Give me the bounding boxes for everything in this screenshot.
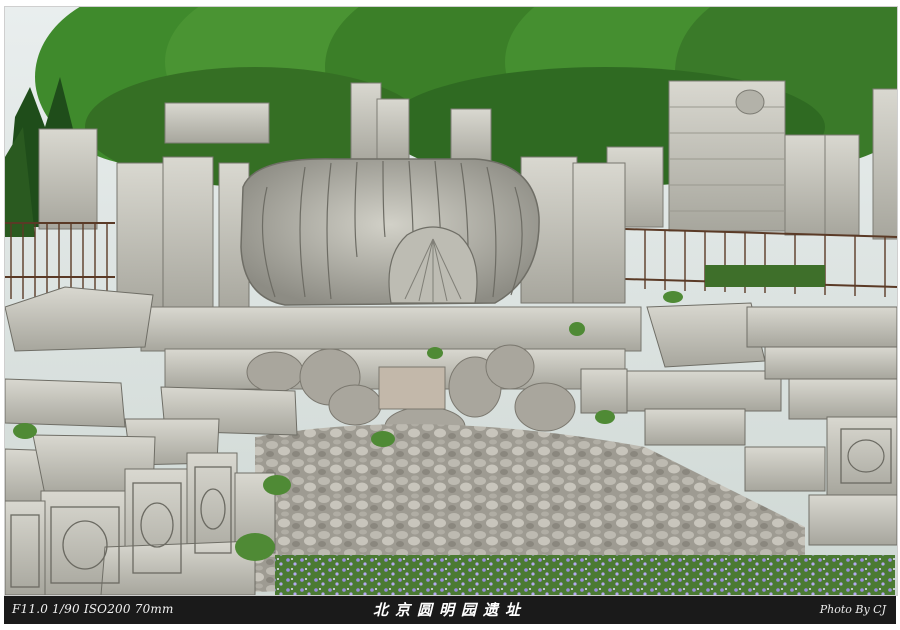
shell-basin [240,158,540,306]
ruins-photo [4,6,898,596]
photo-title: 北京圆明园遗址 [372,601,527,619]
photo-credit: Photo By CJ [819,603,886,616]
purple-flowers [275,555,895,595]
ruins-illustration [5,7,897,595]
caption-bar: F11.0 1/90 ISO200 70mm 北京圆明园遗址 Photo By … [4,596,896,624]
photo-frame: F11.0 1/90 ISO200 70mm 北京圆明园遗址 Photo By … [0,0,900,630]
